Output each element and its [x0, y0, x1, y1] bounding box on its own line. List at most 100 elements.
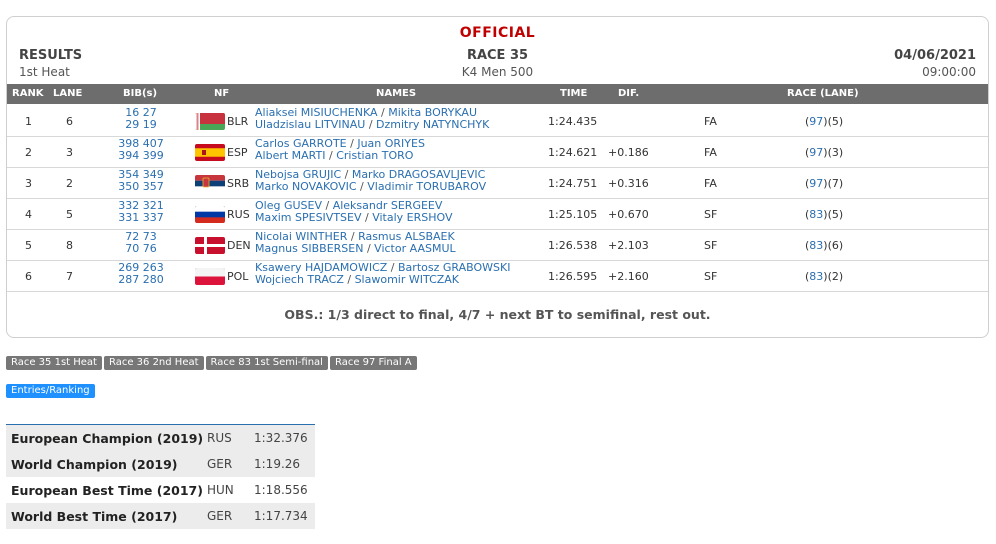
- time-cell: 1:26.538: [548, 239, 598, 252]
- lane-assignment: (5): [827, 115, 844, 128]
- race-tab-97[interactable]: Race 97 Final A: [329, 356, 417, 370]
- name-separator: /: [356, 180, 368, 193]
- athlete-link[interactable]: Vitaly ERSHOV: [372, 211, 452, 224]
- bib-line[interactable]: 287 280: [107, 274, 175, 286]
- race-link[interactable]: 97: [809, 146, 823, 159]
- bib-line[interactable]: 331 337: [107, 212, 175, 224]
- time-cell: 1:25.105: [548, 208, 598, 221]
- athlete-link[interactable]: Vladimir TORUBAROV: [367, 180, 486, 193]
- time-cell: 1:24.435: [548, 115, 598, 128]
- athlete-names: Carlos GARROTE / Juan ORIYES Albert MARTI…: [255, 138, 425, 162]
- athlete-link[interactable]: Uladzislau LITVINAU: [255, 118, 365, 131]
- flag-icon: [195, 175, 225, 192]
- athlete-link[interactable]: Albert MARTI: [255, 149, 326, 162]
- athlete-link[interactable]: Wojciech TRACZ: [255, 273, 344, 286]
- table-row: 3 2 354 349 350 357 SRB Nebojsa GRUJIC / Mark…: [7, 168, 988, 199]
- athlete-names: Oleg GUSEV / Aleksandr SERGEEV Maxim SPES…: [255, 200, 453, 224]
- nf-code: POL: [227, 270, 249, 283]
- athlete-link[interactable]: Maxim SPESIVTSEV: [255, 211, 362, 224]
- race-link[interactable]: 97: [809, 115, 823, 128]
- race-link[interactable]: 83: [809, 208, 823, 221]
- time-cell: 1:26.595: [548, 270, 598, 283]
- race-link[interactable]: 97: [809, 177, 823, 190]
- bib-line[interactable]: 70 76: [107, 243, 175, 255]
- flag-icon: [195, 268, 225, 285]
- race-tab-36[interactable]: Race 36 2nd Heat: [103, 356, 204, 370]
- dif-cell: +2.160: [608, 270, 649, 283]
- race-lane-cell: (83)(6): [805, 239, 844, 252]
- flag-icon: [195, 113, 225, 130]
- athlete-link[interactable]: Dzmitry NATYNCHYK: [376, 118, 489, 131]
- nf-code: DEN: [227, 239, 251, 252]
- lane-assignment: (7): [827, 177, 844, 190]
- flag-icon: [195, 237, 225, 254]
- athlete-link[interactable]: Magnus SIBBERSEN: [255, 242, 363, 255]
- date-heading: 04/06/2021 09:00:00: [894, 48, 976, 79]
- time-cell: 1:24.751: [548, 177, 598, 190]
- name-separator: /: [325, 149, 337, 162]
- athlete-link[interactable]: Cristian TORO: [336, 149, 413, 162]
- race-lane-cell: (83)(5): [805, 208, 844, 221]
- lane-cell: 8: [66, 239, 73, 252]
- athlete-names: Aliaksei MISIUCHENKA / Mikita BORYKAU Ula…: [255, 107, 489, 131]
- qualification-cell: SF: [704, 239, 718, 252]
- race-time: 09:00:00: [922, 65, 976, 79]
- record-time: 1:17.734: [254, 509, 308, 523]
- record-row: World Best Time (2017) GER 1:17.734: [6, 503, 315, 529]
- flag-icon: [195, 144, 225, 161]
- record-time: 1:18.556: [254, 483, 308, 497]
- race-date: 04/06/2021: [894, 48, 976, 63]
- record-label: European Best Time (2017): [11, 483, 203, 498]
- athlete-link[interactable]: Victor AASMUL: [374, 242, 455, 255]
- record-country: HUN: [207, 483, 234, 497]
- race-lane-cell: (83)(2): [805, 270, 844, 283]
- name-separator: /: [361, 211, 373, 224]
- record-row: World Champion (2019) GER 1:19.26: [6, 451, 315, 477]
- nf-code: SRB: [227, 177, 250, 190]
- nf-code: RUS: [227, 208, 250, 221]
- name-separator: /: [363, 242, 375, 255]
- bib-cell[interactable]: 269 263 287 280: [107, 262, 175, 286]
- observation-note: OBS.: 1/3 direct to final, 4/7 + next BT…: [284, 307, 711, 322]
- table-row: 6 7 269 263 287 280 POL Ksawery HAJDAMOWICZ /…: [7, 261, 988, 292]
- race-heading: RACE 35 K4 Men 500: [7, 48, 988, 79]
- rank-cell: 6: [25, 270, 32, 283]
- bib-cell[interactable]: 354 349 350 357: [107, 169, 175, 193]
- table-row: 1 6 16 27 29 19 BLR Aliaksei MISIUCHENKA / Mi…: [7, 106, 988, 137]
- nf-code: BLR: [227, 115, 249, 128]
- race-link[interactable]: 83: [809, 239, 823, 252]
- lane-assignment: (2): [827, 270, 844, 283]
- race-tab-35[interactable]: Race 35 1st Heat: [6, 356, 102, 370]
- table-row: 2 3 398 407 394 399 ESP Carlos GARROTE / Juan…: [7, 137, 988, 168]
- results-card: OFFICIAL RESULTS 1st Heat RACE 35 K4 Men…: [6, 16, 989, 338]
- bib-line[interactable]: 350 357: [107, 181, 175, 193]
- bib-line[interactable]: 394 399: [107, 150, 175, 162]
- nf-code: ESP: [227, 146, 248, 159]
- lane-assignment: (6): [827, 239, 844, 252]
- rank-cell: 4: [25, 208, 32, 221]
- flag-icon: [195, 206, 225, 223]
- qualification-cell: FA: [704, 177, 717, 190]
- race-tab-83[interactable]: Race 83 1st Semi-final: [205, 356, 328, 370]
- athlete-link[interactable]: Marko NOVAKOVIC: [255, 180, 357, 193]
- race-number: RACE 35: [466, 48, 529, 63]
- race-lane-cell: (97)(3): [805, 146, 844, 159]
- athlete-names: Nebojsa GRUJIC / Marko DRAGOSAVLJEVIC Mar…: [255, 169, 486, 193]
- bib-cell[interactable]: 398 407 394 399: [107, 138, 175, 162]
- name-separator: /: [343, 273, 355, 286]
- lane-cell: 6: [66, 115, 73, 128]
- bib-cell[interactable]: 72 73 70 76: [107, 231, 175, 255]
- rank-cell: 5: [25, 239, 32, 252]
- bib-cell[interactable]: 16 27 29 19: [107, 107, 175, 131]
- bib-line[interactable]: 29 19: [107, 119, 175, 131]
- col-nf: NF: [214, 88, 230, 99]
- race-link[interactable]: 83: [809, 270, 823, 283]
- table-row: 4 5 332 321 331 337 RUS Oleg GUSEV / Aleksand…: [7, 199, 988, 230]
- lane-cell: 7: [66, 270, 73, 283]
- table-row: 5 8 72 73 70 76 DEN Nicolai WINTHER / Rasmus …: [7, 230, 988, 261]
- entries-ranking-button[interactable]: Entries/Ranking: [6, 384, 95, 398]
- records-table: European Champion (2019) RUS 1:32.376 Wo…: [6, 424, 315, 529]
- race-lane-cell: (97)(7): [805, 177, 844, 190]
- athlete-link[interactable]: Slawomir WITCZAK: [355, 273, 459, 286]
- bib-cell[interactable]: 332 321 331 337: [107, 200, 175, 224]
